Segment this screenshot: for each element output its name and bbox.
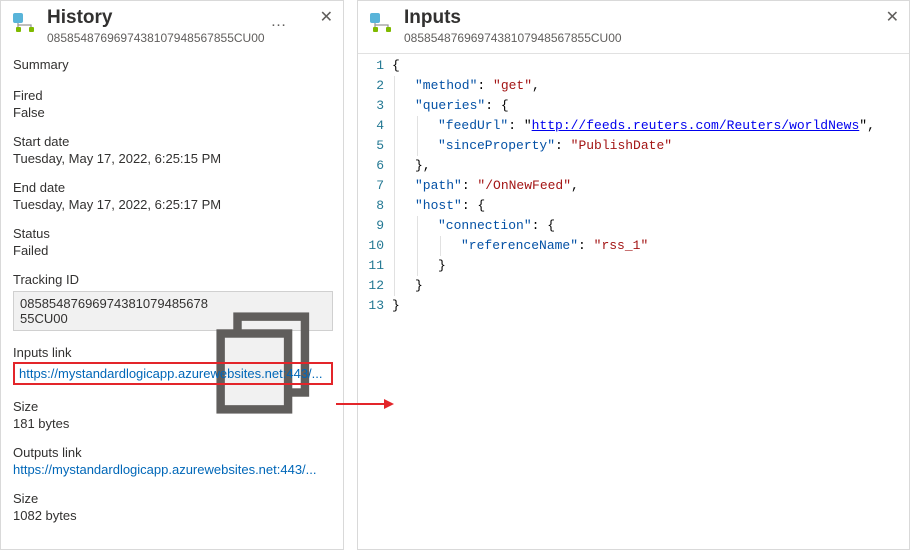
inputs-size-label: Size bbox=[13, 399, 331, 414]
tracking-id-value: 08585487696974381079485678​55CU00 bbox=[20, 296, 208, 326]
start-date-label: Start date bbox=[13, 134, 331, 149]
summary-heading: Summary bbox=[13, 57, 331, 72]
code-content[interactable]: {"method": "get","queries": {"feedUrl": … bbox=[392, 54, 909, 549]
inputs-title: Inputs bbox=[404, 7, 622, 29]
inputs-size-value: 181 bytes bbox=[13, 416, 331, 431]
end-date-value: Tuesday, May 17, 2022, 6:25:17 PM bbox=[13, 197, 331, 212]
inputs-id: 08585487696974381079485678​55CU00 bbox=[404, 31, 622, 45]
trigger-icon bbox=[368, 11, 396, 39]
fired-value: False bbox=[13, 105, 331, 120]
trigger-icon bbox=[11, 11, 39, 39]
start-date-value: Tuesday, May 17, 2022, 6:25:15 PM bbox=[13, 151, 331, 166]
end-date-label: End date bbox=[13, 180, 331, 195]
history-title: History bbox=[47, 7, 265, 29]
close-icon[interactable]: ✕ bbox=[886, 7, 899, 27]
outputs-link[interactable]: https://mystandardlogicapp.azurewebsites… bbox=[13, 462, 317, 477]
inputs-link[interactable]: https://mystandardlogicapp.azurewebsites… bbox=[13, 362, 333, 385]
outputs-size-value: 1082 bytes bbox=[13, 508, 331, 523]
tracking-id-field: 08585487696974381079485678​55CU00 bbox=[13, 291, 333, 331]
fired-label: Fired bbox=[13, 88, 331, 103]
json-editor[interactable]: 12345678910111213 {"method": "get","quer… bbox=[358, 53, 909, 549]
history-panel: History 08585487696974381079485678​55CU0… bbox=[0, 0, 344, 550]
history-header: History 08585487696974381079485678​55CU0… bbox=[1, 1, 343, 53]
inputs-header: Inputs 08585487696974381079485678​55CU00… bbox=[358, 1, 909, 53]
line-gutter: 12345678910111213 bbox=[358, 54, 392, 549]
more-icon[interactable]: … bbox=[271, 13, 288, 31]
outputs-size-label: Size bbox=[13, 491, 331, 506]
copy-icon[interactable] bbox=[208, 304, 326, 318]
outputs-link-label: Outputs link bbox=[13, 445, 331, 460]
close-icon[interactable]: ✕ bbox=[320, 7, 333, 27]
history-id: 08585487696974381079485678​55CU00 bbox=[47, 31, 265, 45]
status-label: Status bbox=[13, 226, 331, 241]
tracking-id-label: Tracking ID bbox=[13, 272, 331, 287]
inputs-panel: Inputs 08585487696974381079485678​55CU00… bbox=[357, 0, 910, 550]
inputs-link-label: Inputs link bbox=[13, 345, 331, 360]
status-value: Failed bbox=[13, 243, 331, 258]
